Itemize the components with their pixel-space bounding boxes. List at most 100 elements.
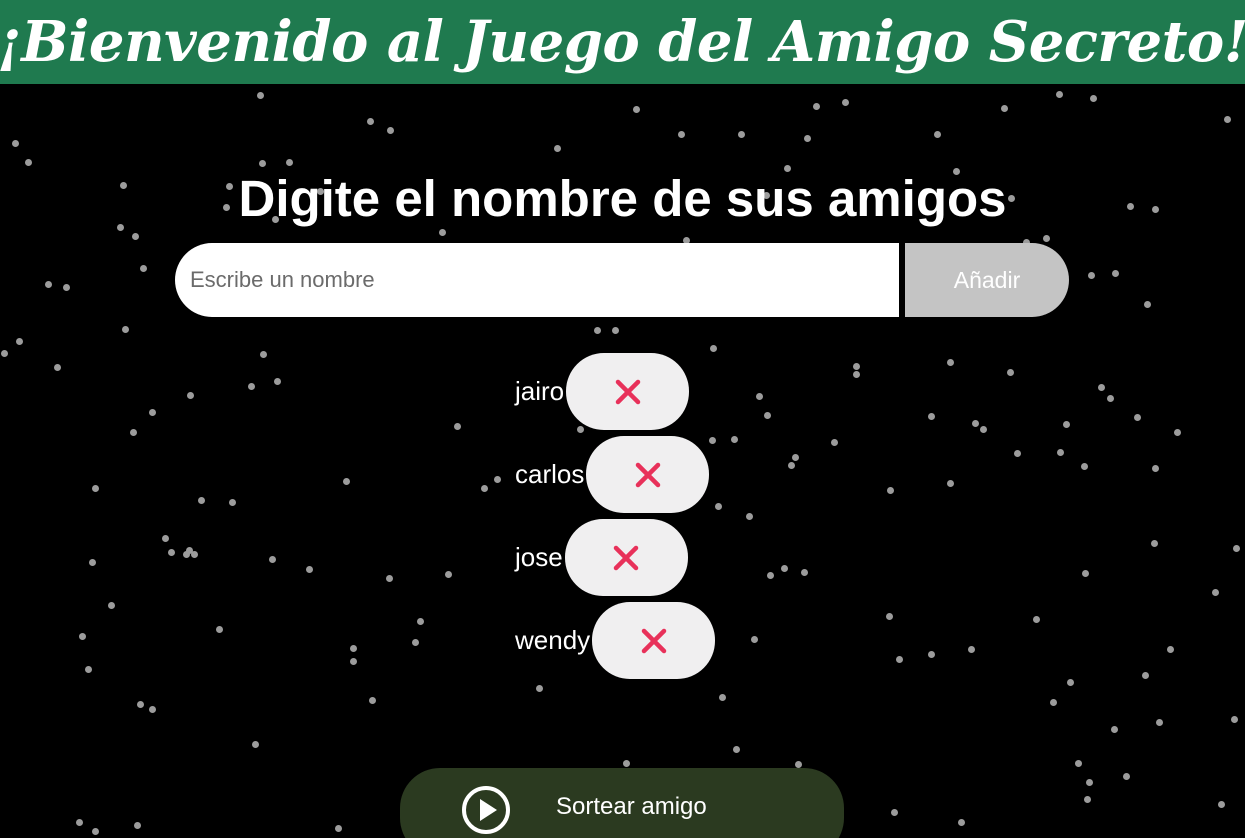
- snow-dot: [896, 656, 903, 663]
- remove-friend-button[interactable]: [592, 602, 716, 679]
- snow-dot: [257, 92, 264, 99]
- snow-dot: [1, 350, 8, 357]
- list-item: jairo: [515, 353, 715, 430]
- snow-dot: [887, 487, 894, 494]
- name-input[interactable]: [175, 243, 899, 317]
- snow-dot: [63, 284, 70, 291]
- snow-dot: [45, 281, 52, 288]
- snow-dot: [137, 701, 144, 708]
- draw-friend-button[interactable]: Sortear amigo: [400, 768, 844, 838]
- friend-name: jairo: [515, 376, 565, 406]
- remove-friend-button[interactable]: [566, 353, 690, 430]
- snow-dot: [715, 503, 722, 510]
- snow-dot: [1067, 679, 1074, 686]
- snow-dot: [132, 233, 139, 240]
- snow-dot: [746, 513, 753, 520]
- snow-dot: [928, 651, 935, 658]
- snow-dot: [1134, 414, 1141, 421]
- snow-dot: [813, 103, 820, 110]
- snow-dot: [274, 378, 281, 385]
- snow-dot: [1218, 801, 1225, 808]
- snow-dot: [335, 825, 342, 832]
- snow-dot: [968, 646, 975, 653]
- snow-dot: [16, 338, 23, 345]
- snow-dot: [1056, 91, 1063, 98]
- snow-dot: [1082, 570, 1089, 577]
- snow-dot: [1090, 95, 1097, 102]
- snow-dot: [191, 551, 198, 558]
- snow-dot: [183, 551, 190, 558]
- remove-friend-button[interactable]: [586, 436, 710, 513]
- snow-dot: [612, 327, 619, 334]
- snow-dot: [1212, 589, 1219, 596]
- snow-dot: [1231, 716, 1238, 723]
- snow-dot: [1057, 449, 1064, 456]
- snow-dot: [417, 618, 424, 625]
- snow-dot: [12, 140, 19, 147]
- snow-dot: [792, 454, 799, 461]
- add-button[interactable]: Añadir: [905, 243, 1069, 317]
- list-item: carlos: [515, 436, 715, 513]
- snow-dot: [387, 127, 394, 134]
- snow-dot: [1050, 699, 1057, 706]
- snow-dot: [1063, 421, 1070, 428]
- close-icon: [641, 628, 666, 653]
- header-content: ¡Bienvenido al Juego del Amigo Secreto!: [0, 11, 1245, 73]
- snow-dot: [1098, 384, 1105, 391]
- snow-dot: [678, 131, 685, 138]
- snow-dot: [216, 626, 223, 633]
- snow-dot: [633, 106, 640, 113]
- snow-dot: [1156, 719, 1163, 726]
- snow-dot: [801, 569, 808, 576]
- snow-dot: [252, 741, 259, 748]
- snow-dot: [130, 429, 137, 436]
- snow-dot: [1086, 779, 1093, 786]
- snow-dot: [350, 658, 357, 665]
- snow-dot: [781, 565, 788, 572]
- snow-dot: [445, 571, 452, 578]
- snow-dot: [187, 392, 194, 399]
- snow-dot: [788, 462, 795, 469]
- snow-dot: [85, 666, 92, 673]
- snow-dot: [958, 819, 965, 826]
- snow-dot: [89, 559, 96, 566]
- snow-dot: [386, 575, 393, 582]
- snow-dot: [25, 159, 32, 166]
- snow-dot: [367, 118, 374, 125]
- snow-dot: [804, 135, 811, 142]
- snow-dot: [54, 364, 61, 371]
- friend-name: jose: [515, 542, 563, 572]
- snow-dot: [719, 694, 726, 701]
- snow-dot: [259, 160, 266, 167]
- snow-dot: [92, 485, 99, 492]
- snow-dot: [162, 535, 169, 542]
- snow-dot: [980, 426, 987, 433]
- add-friend-form: Añadir: [175, 243, 1069, 317]
- header-title: ¡Bienvenido al Juego del Amigo Secreto!: [0, 9, 1245, 75]
- snow-dot: [886, 613, 893, 620]
- remove-friend-button[interactable]: [564, 519, 688, 596]
- snow-dot: [594, 327, 601, 334]
- snow-dot: [269, 556, 276, 563]
- snow-dot: [554, 145, 561, 152]
- snow-dot: [831, 439, 838, 446]
- snow-dot: [795, 761, 802, 768]
- snow-dot: [1081, 463, 1088, 470]
- snow-dot: [623, 760, 630, 767]
- snow-dot: [1007, 369, 1014, 376]
- snow-dot: [756, 393, 763, 400]
- snow-dot: [764, 412, 771, 419]
- snow-dot: [149, 409, 156, 416]
- snow-dot: [412, 639, 419, 646]
- close-icon: [635, 462, 661, 487]
- snow-dot: [1112, 270, 1119, 277]
- snow-dot: [842, 99, 849, 106]
- snow-dot: [494, 476, 501, 483]
- play-circle-icon: [462, 786, 510, 834]
- snow-dot: [947, 480, 954, 487]
- list-item: jose: [515, 519, 715, 596]
- snow-dot: [947, 359, 954, 366]
- snow-dot: [1233, 545, 1240, 552]
- friend-list: jairo carlos jose wendy: [515, 353, 716, 685]
- snow-dot: [122, 326, 129, 333]
